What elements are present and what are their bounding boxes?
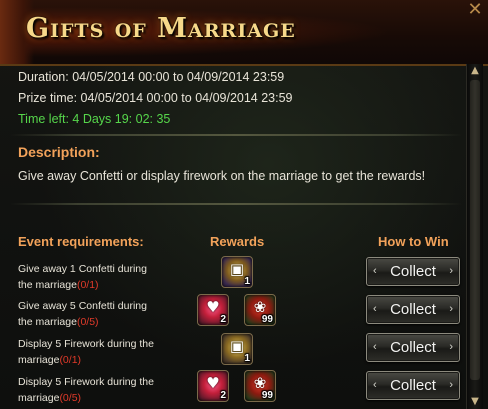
chevron-right-icon: › [449,303,453,315]
heart-icon[interactable]: ♥ 2 [197,370,229,402]
requirement-text: Give away 5 Confetti during [18,300,147,312]
gifts-of-marriage-panel: Gifts of Marriage ✕ Duration: 04/05/2014… [0,0,488,409]
description-text: Give away Confetti or display firework o… [18,169,426,183]
chevron-left-icon: ‹ [373,379,377,391]
close-icon[interactable]: ✕ [466,1,484,19]
collect-button[interactable]: ‹ Collect › [366,295,460,324]
divider [10,203,462,205]
collect-button[interactable]: ‹ Collect › [366,371,460,400]
prize-time-text: Prize time: 04/05/2014 00:00 to 04/09/20… [18,91,293,105]
requirement-text: Display 5 Firework during the [18,338,154,350]
requirement-text: the marriage(0/5) [18,316,99,328]
chevron-right-icon: › [449,341,453,353]
requirement-text: Display 5 Firework during the [18,376,154,388]
requirement-text: the marriage(0/1) [18,279,99,291]
scroll-up-icon[interactable]: ▲ [467,64,483,78]
scroll-down-icon[interactable]: ▼ [467,395,483,409]
requirement-row-3: Display 5 Firework during the marriage(0… [18,336,198,368]
requirement-row-2: Give away 5 Confetti during the marriage… [18,298,198,330]
reward-count: 2 [220,390,226,401]
duration-text: Duration: 04/05/2014 00:00 to 04/09/2014… [18,70,285,84]
reward-count: 1 [244,276,250,287]
requirement-row-1: Give away 1 Confetti during the marriage… [18,261,198,293]
collect-button[interactable]: ‹ Collect › [366,333,460,362]
panel-title: Gifts of Marriage [26,13,296,44]
treasure-chest-icon[interactable]: ▣ 1 [221,333,253,365]
requirement-row-4: Display 5 Firework during the marriage(0… [18,374,198,406]
chevron-left-icon: ‹ [373,265,377,277]
treasure-chest-icon[interactable]: ▣ 1 [221,256,253,288]
description-heading: Description: [18,144,100,160]
chevron-right-icon: › [449,265,453,277]
requirement-progress: (0/5) [76,316,99,328]
time-left-text: Time left: 4 Days 19: 02: 35 [18,112,171,126]
divider [10,134,462,136]
scrollbar[interactable]: ▲ ▼ [466,64,483,409]
reward-count: 99 [261,314,273,325]
reward-count: 99 [261,390,273,401]
heart-icon[interactable]: ♥ 2 [197,294,229,326]
collect-button[interactable]: ‹ Collect › [366,257,460,286]
requirement-text: marriage(0/1) [18,354,82,366]
chevron-left-icon: ‹ [373,303,377,315]
requirement-text: marriage(0/5) [18,392,82,404]
requirement-text: Give away 1 Confetti during [18,263,147,275]
chevron-right-icon: › [449,379,453,391]
roses-icon[interactable]: ❀ 99 [244,294,276,326]
requirement-progress: (0/1) [59,354,82,366]
chevron-left-icon: ‹ [373,341,377,353]
requirement-progress: (0/5) [59,392,82,404]
reward-count: 2 [220,314,226,325]
panel-header: Gifts of Marriage ✕ [0,0,488,66]
event-requirements-heading: Event requirements: [18,234,144,249]
scroll-thumb[interactable] [470,80,480,380]
requirement-progress: (0/1) [76,279,99,291]
roses-icon[interactable]: ❀ 99 [244,370,276,402]
how-to-win-heading: How to Win [378,234,449,249]
rewards-heading: Rewards [210,234,265,249]
reward-count: 1 [244,353,250,364]
